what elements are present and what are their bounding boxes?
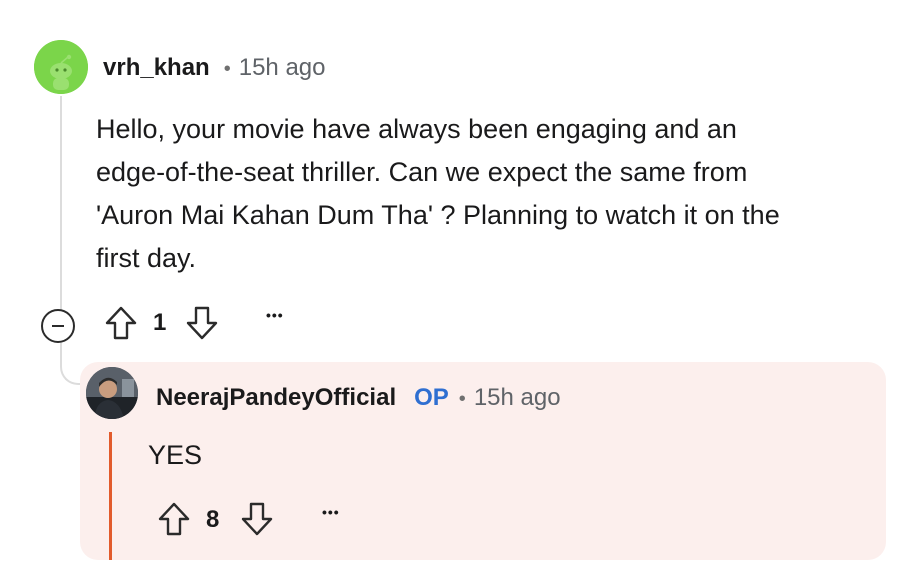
- downvote-arrow-icon: [186, 306, 218, 340]
- collapse-button[interactable]: [41, 309, 75, 343]
- downvote-button[interactable]: [185, 305, 219, 341]
- vote-count: 8: [206, 506, 220, 533]
- comment-username[interactable]: vrh_khan: [103, 54, 210, 82]
- thread-line: [60, 96, 62, 309]
- comment-body: Hello, your movie have always been engag…: [96, 108, 896, 280]
- upvote-button[interactable]: [157, 501, 191, 537]
- reply-timestamp: 15h ago: [473, 384, 561, 411]
- op-badge: OP: [414, 384, 449, 411]
- comment-body-line: 'Auron Mai Kahan Dum Tha' ? Planning to …: [96, 200, 780, 230]
- separator-dot: •: [458, 388, 466, 410]
- comment-body-line: Hello, your movie have always been engag…: [96, 114, 737, 144]
- avatar[interactable]: [34, 40, 88, 94]
- user-photo-avatar: [86, 367, 138, 419]
- reply-accent-bar: [109, 432, 112, 560]
- upvote-button[interactable]: [104, 305, 138, 341]
- reddit-snoo-avatar-icon: [34, 40, 88, 94]
- reply-body: YES: [148, 440, 203, 470]
- comment-body-line: edge-of-the-seat thriller. Can we expect…: [96, 157, 748, 187]
- vote-count: 1: [153, 309, 167, 336]
- downvote-button[interactable]: [240, 501, 274, 537]
- more-options-button[interactable]: •••: [322, 504, 340, 520]
- separator-dot: •: [223, 58, 231, 80]
- more-options-button[interactable]: •••: [266, 307, 284, 323]
- comment-timestamp: 15h ago: [238, 54, 326, 81]
- downvote-arrow-icon: [241, 502, 273, 536]
- comment-body-line: first day.: [96, 243, 197, 273]
- avatar[interactable]: [86, 367, 138, 419]
- reply-username[interactable]: NeerajPandeyOfficial: [156, 384, 396, 412]
- upvote-arrow-icon: [105, 306, 137, 340]
- upvote-arrow-icon: [158, 502, 190, 536]
